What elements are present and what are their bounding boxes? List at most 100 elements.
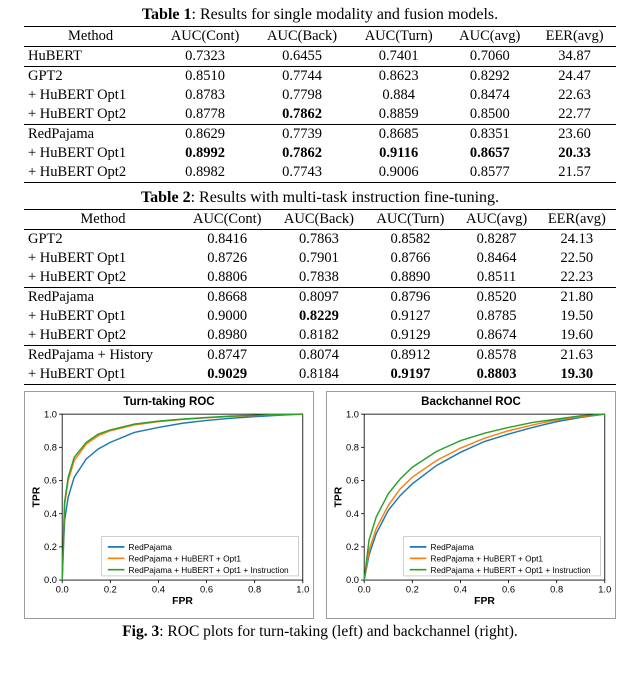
value-cell: 0.9129: [365, 326, 455, 346]
svg-text:1.0: 1.0: [346, 410, 359, 419]
value-cell: 0.8992: [157, 144, 253, 163]
svg-text:0.4: 0.4: [454, 585, 467, 595]
value-cell: 0.8912: [365, 346, 455, 366]
svg-text:FPR: FPR: [172, 596, 193, 607]
svg-text:TPR: TPR: [31, 486, 42, 507]
col-header: AUC(Cont): [182, 210, 273, 230]
charts-row: Turn-taking ROC 0.0 0.2 0.4 0.6 0.8 1.0 0.0 0.2…: [24, 391, 616, 619]
value-cell: 22.50: [538, 249, 616, 268]
value-cell: 0.8182: [273, 326, 366, 346]
svg-text:0.8: 0.8: [346, 442, 359, 452]
value-cell: 21.80: [538, 288, 616, 308]
method-cell: + HuBERT Opt1: [24, 365, 182, 385]
method-cell: + HuBERT Opt1: [24, 249, 182, 268]
svg-text:RedPajama + HuBERT + Opt1: RedPajama + HuBERT + Opt1: [431, 553, 544, 563]
svg-text:0.8: 0.8: [550, 585, 563, 595]
method-cell: GPT2: [24, 67, 157, 87]
svg-text:0.4: 0.4: [152, 585, 165, 595]
value-cell: 23.60: [533, 125, 616, 145]
method-cell: RedPajama + History: [24, 346, 182, 366]
value-cell: 0.7798: [253, 86, 351, 105]
method-cell: + HuBERT Opt1: [24, 144, 157, 163]
svg-text:0.6: 0.6: [502, 585, 515, 595]
value-cell: 0.9116: [351, 144, 446, 163]
svg-text:TPR: TPR: [333, 486, 344, 507]
col-header: AUC(Cont): [157, 27, 253, 47]
chart-svg-2: 0.00.20.40.60.81.00.00.20.40.60.81.0FPRT…: [331, 410, 611, 612]
value-cell: 22.77: [533, 105, 616, 125]
value-cell: 22.63: [533, 86, 616, 105]
col-header: AUC(avg): [455, 210, 537, 230]
col-header: AUC(Turn): [365, 210, 455, 230]
method-cell: + HuBERT Opt1: [24, 307, 182, 326]
table2-caption: Table 2: Results with multi-task instruc…: [24, 189, 616, 207]
value-cell: 0.8074: [273, 346, 366, 366]
value-cell: 0.8859: [351, 105, 446, 125]
value-cell: 34.87: [533, 47, 616, 67]
value-cell: 0.8796: [365, 288, 455, 308]
value-cell: 0.8778: [157, 105, 253, 125]
value-cell: 0.8726: [182, 249, 273, 268]
value-cell: 0.9197: [365, 365, 455, 385]
table2-caption-label: Table 2: [141, 189, 191, 206]
svg-text:0.2: 0.2: [406, 585, 419, 595]
col-header: AUC(Turn): [351, 27, 446, 47]
value-cell: 0.884: [351, 86, 446, 105]
method-cell: + HuBERT Opt2: [24, 105, 157, 125]
method-cell: GPT2: [24, 230, 182, 250]
chart-turn-taking: Turn-taking ROC 0.00.20.40.60.81.00.00.2…: [24, 391, 314, 619]
svg-text:RedPajama + HuBERT + Opt1 + In: RedPajama + HuBERT + Opt1 + Instruction: [129, 565, 290, 575]
value-cell: 0.7862: [253, 144, 351, 163]
value-cell: 21.57: [533, 163, 616, 183]
value-cell: 0.7863: [273, 230, 366, 250]
svg-text:RedPajama: RedPajama: [129, 542, 173, 552]
value-cell: 0.8229: [273, 307, 366, 326]
method-cell: RedPajama: [24, 125, 157, 145]
svg-text:1.0: 1.0: [44, 410, 57, 419]
value-cell: 0.8657: [446, 144, 533, 163]
value-cell: 0.8500: [446, 105, 533, 125]
svg-text:0.0: 0.0: [358, 585, 371, 595]
value-cell: 0.8890: [365, 268, 455, 288]
value-cell: 0.8577: [446, 163, 533, 183]
table2-caption-text: : Results with multi-task instruction fi…: [191, 189, 499, 206]
value-cell: 0.7323: [157, 47, 253, 67]
value-cell: 0.9000: [182, 307, 273, 326]
svg-text:0.2: 0.2: [44, 542, 57, 552]
value-cell: 0.8416: [182, 230, 273, 250]
value-cell: 0.8766: [365, 249, 455, 268]
col-header: AUC(Back): [273, 210, 366, 230]
svg-text:RedPajama + HuBERT + Opt1: RedPajama + HuBERT + Opt1: [129, 553, 242, 563]
svg-text:1.0: 1.0: [598, 585, 611, 595]
value-cell: 0.8520: [455, 288, 537, 308]
value-cell: 19.30: [538, 365, 616, 385]
svg-text:0.4: 0.4: [44, 509, 57, 519]
chart-title-1: Turn-taking ROC: [29, 396, 309, 408]
method-cell: HuBERT: [24, 47, 157, 67]
col-header: AUC(Back): [253, 27, 351, 47]
svg-text:0.0: 0.0: [56, 585, 69, 595]
table1-caption: Table 1: Results for single modality and…: [24, 6, 616, 24]
value-cell: 0.7060: [446, 47, 533, 67]
table2: MethodAUC(Cont)AUC(Back)AUC(Turn)AUC(avg…: [24, 209, 616, 385]
value-cell: 0.9127: [365, 307, 455, 326]
value-cell: 22.23: [538, 268, 616, 288]
col-header: Method: [24, 27, 157, 47]
svg-text:0.2: 0.2: [104, 585, 117, 595]
value-cell: 0.7838: [273, 268, 366, 288]
value-cell: 0.8474: [446, 86, 533, 105]
col-header: EER(avg): [538, 210, 616, 230]
value-cell: 0.8982: [157, 163, 253, 183]
method-cell: + HuBERT Opt2: [24, 268, 182, 288]
value-cell: 0.7744: [253, 67, 351, 87]
value-cell: 0.8803: [455, 365, 537, 385]
method-cell: + HuBERT Opt1: [24, 86, 157, 105]
value-cell: 0.8578: [455, 346, 537, 366]
svg-text:0.0: 0.0: [346, 575, 359, 585]
table1: MethodAUC(Cont)AUC(Back)AUC(Turn)AUC(avg…: [24, 26, 616, 183]
method-cell: RedPajama: [24, 288, 182, 308]
value-cell: 0.7401: [351, 47, 446, 67]
table1-caption-label: Table 1: [142, 6, 192, 23]
value-cell: 0.7743: [253, 163, 351, 183]
col-header: AUC(avg): [446, 27, 533, 47]
